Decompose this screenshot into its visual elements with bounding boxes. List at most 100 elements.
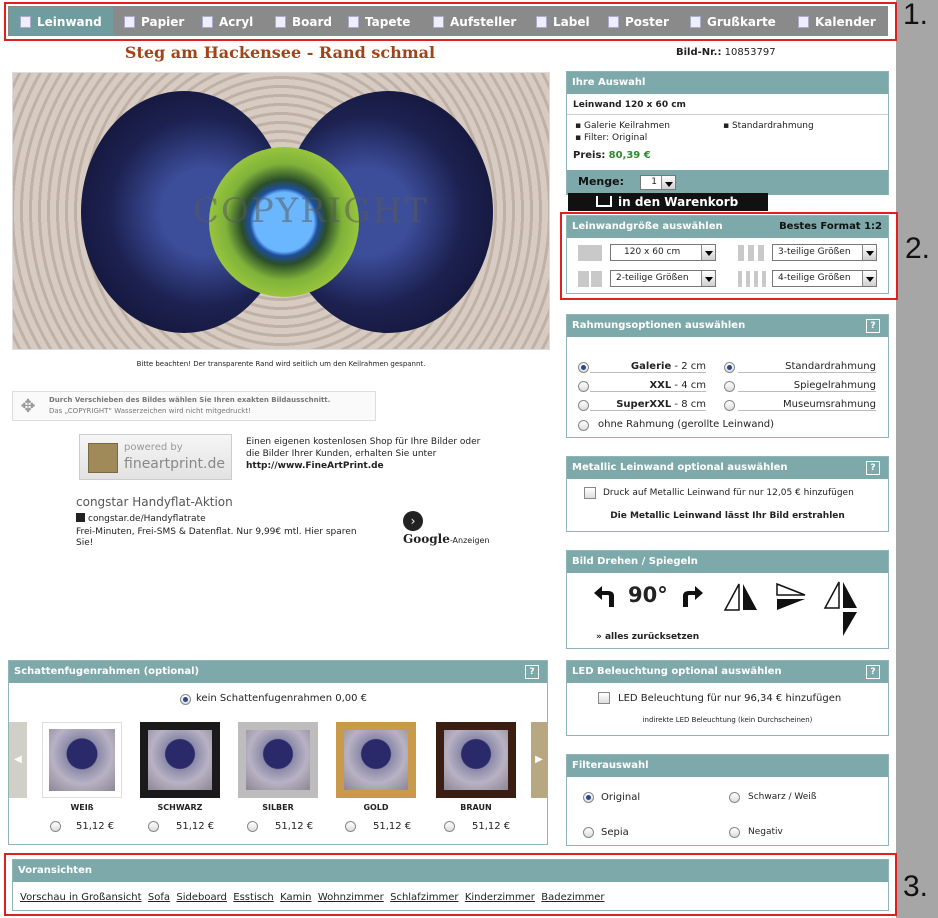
metallic-option[interactable]: Druck auf Metallic Leinwand für nur 12,0… — [603, 488, 854, 498]
kein-schatten-label[interactable]: kein Schattenfugenrahmen 0,00 € — [196, 693, 367, 704]
bullet-text: Filter: Original — [583, 133, 648, 143]
add-to-cart-button[interactable]: in den Warenkorb — [568, 193, 768, 211]
ad-title[interactable]: congstar Handyflat-Aktion — [76, 495, 233, 509]
carousel-next-button[interactable]: ▶ — [531, 722, 547, 798]
frame-price-weiss: 51,12 € — [76, 821, 115, 832]
frame-label-schwarz: SCHWARZ — [157, 803, 203, 812]
radio-filter-sepia[interactable] — [583, 827, 594, 838]
filter-header: Filterauswahl — [567, 755, 888, 777]
option-name: XXL — [649, 380, 672, 391]
frame-preview — [49, 729, 115, 791]
price-value: 80,39 € — [608, 150, 651, 161]
congstar-icon — [76, 513, 85, 522]
option-size: - 4 cm — [674, 380, 706, 391]
move-hint: ✥ Durch Verschieben des Bildes wählen Si… — [12, 391, 376, 421]
reset-link[interactable]: » alles zurücksetzen — [596, 632, 699, 642]
ad-url-text: congstar.de/Handyflatrate — [88, 514, 206, 524]
bullet-keilrahmen: ▪ Galerie Keilrahmen — [575, 121, 671, 131]
page: Leinwand Papier Acryl Board Tapete Aufst… — [0, 0, 938, 918]
option-spiegelrahmung[interactable]: Spiegelrahmung — [738, 380, 876, 392]
filter-negativ[interactable]: Negativ — [748, 827, 783, 837]
flip-both-icon[interactable] — [822, 580, 860, 638]
fineartprint-powered: powered by — [124, 442, 183, 453]
ad-url[interactable]: congstar.de/Handyflatrate — [76, 513, 206, 524]
metallic-checkbox[interactable] — [584, 487, 596, 499]
radio-ohne-rahmung[interactable] — [578, 420, 589, 431]
help-icon[interactable]: ? — [866, 319, 880, 333]
rotate-90-label: 90° — [628, 583, 668, 607]
rotate-right-icon[interactable] — [679, 583, 705, 609]
move-hint-line1: Durch Verschieben des Bildes wählen Sie … — [49, 396, 331, 404]
flip-vertical-icon[interactable] — [775, 580, 807, 614]
radio-museumsrahmung[interactable] — [724, 400, 735, 411]
radio-frame-schwarz[interactable] — [148, 821, 159, 832]
radio-standardrahmung[interactable] — [724, 362, 735, 373]
fineartprint-brand: fineartprint.de — [124, 456, 225, 472]
product-image[interactable]: COPYRIGHT — [12, 72, 550, 350]
fineartprint-emblem — [88, 443, 118, 473]
price-label: Preis: — [573, 150, 606, 161]
auswahl-header: Ihre Auswahl — [567, 72, 888, 94]
frame-weiss[interactable] — [42, 722, 122, 798]
radio-frame-braun[interactable] — [444, 821, 455, 832]
fineartprint-logo[interactable]: powered by fineartprint.de — [79, 434, 232, 480]
schatten-header: Schattenfugenrahmen (optional)? — [9, 661, 547, 683]
auswahl-price: Preis: 80,39 € — [573, 150, 651, 161]
move-hint-line2: Das „COPYRIGHT“ Wasserzeichen wird nicht… — [49, 407, 251, 415]
frame-preview — [148, 730, 212, 790]
highlight-box-2 — [560, 212, 898, 300]
google-logo: Google — [403, 532, 450, 546]
frame-label-silber: SILBER — [262, 803, 294, 812]
ad-arrow-icon[interactable]: › — [403, 511, 423, 531]
radio-frame-gold[interactable] — [345, 821, 356, 832]
flip-horizontal-icon[interactable] — [723, 582, 759, 612]
option-museumsrahmung[interactable]: Museumsrahmung — [738, 399, 876, 411]
page-title: Steg am Hackensee - Rand schmal — [124, 43, 436, 62]
option-name: Galerie — [630, 361, 672, 372]
option-superxxl[interactable]: SuperXXL - 8 cm — [590, 399, 706, 411]
radio-frame-silber[interactable] — [247, 821, 258, 832]
highlight-box-3 — [4, 853, 897, 916]
led-checkbox[interactable] — [598, 692, 610, 704]
frame-gold[interactable] — [336, 722, 416, 798]
rotate-left-icon[interactable] — [592, 583, 618, 609]
help-icon[interactable]: ? — [866, 461, 880, 475]
radio-xxl[interactable] — [578, 381, 589, 392]
radio-filter-negativ[interactable] — [729, 827, 740, 838]
fineartprint-link[interactable]: http://www.FineArtPrint.de — [246, 461, 384, 471]
marker-3: 3. — [903, 870, 929, 903]
radio-filter-original[interactable] — [583, 792, 594, 803]
led-option[interactable]: LED Beleuchtung für nur 96,34 € hinzufüg… — [618, 693, 841, 704]
help-icon[interactable]: ? — [866, 665, 880, 679]
radio-frame-weiss[interactable] — [50, 821, 61, 832]
bullet-filter: ▪ Filter: Original — [575, 133, 648, 143]
filter-schwarz-weiss[interactable]: Schwarz / Weiß — [748, 792, 817, 802]
radio-superxxl[interactable] — [578, 400, 589, 411]
radio-kein-schatten[interactable] — [180, 694, 191, 705]
metallic-tagline: Die Metallic Leinwand lässt Ihr Bild ers… — [610, 511, 845, 521]
frame-schwarz[interactable] — [140, 722, 220, 798]
option-ohne-rahmung[interactable]: ohne Rahmung (gerollte Leinwand) — [598, 419, 774, 430]
radio-spiegelrahmung[interactable] — [724, 381, 735, 392]
rahmung-header: Rahmungsoptionen auswählen? — [567, 315, 888, 337]
help-icon[interactable]: ? — [525, 665, 539, 679]
chevron-down-icon — [661, 176, 675, 189]
frame-silber[interactable] — [238, 722, 318, 798]
option-xxl[interactable]: XXL - 4 cm — [590, 380, 706, 392]
move-icon: ✥ — [20, 396, 36, 417]
option-galerie[interactable]: Galerie - 2 cm — [590, 361, 706, 373]
option-name: SuperXXL — [616, 399, 672, 410]
option-standardrahmung[interactable]: Standardrahmung — [738, 361, 876, 373]
menge-select[interactable]: 1 — [640, 175, 676, 190]
frame-braun[interactable] — [436, 722, 516, 798]
led-title: LED Beleuchtung optional auswählen — [572, 666, 782, 677]
flip-horizontal-icon-svg — [723, 583, 757, 611]
frame-label-gold: GOLD — [363, 803, 389, 812]
radio-galerie[interactable] — [578, 362, 589, 373]
filter-sepia[interactable]: Sepia — [601, 827, 629, 838]
radio-filter-schwarz-weiss[interactable] — [729, 792, 740, 803]
image-number-label: Bild-Nr.: — [676, 47, 722, 58]
carousel-prev-button[interactable]: ◀ — [9, 722, 27, 798]
filter-original[interactable]: Original — [601, 792, 640, 803]
rotate-left-icon-svg — [594, 586, 614, 607]
